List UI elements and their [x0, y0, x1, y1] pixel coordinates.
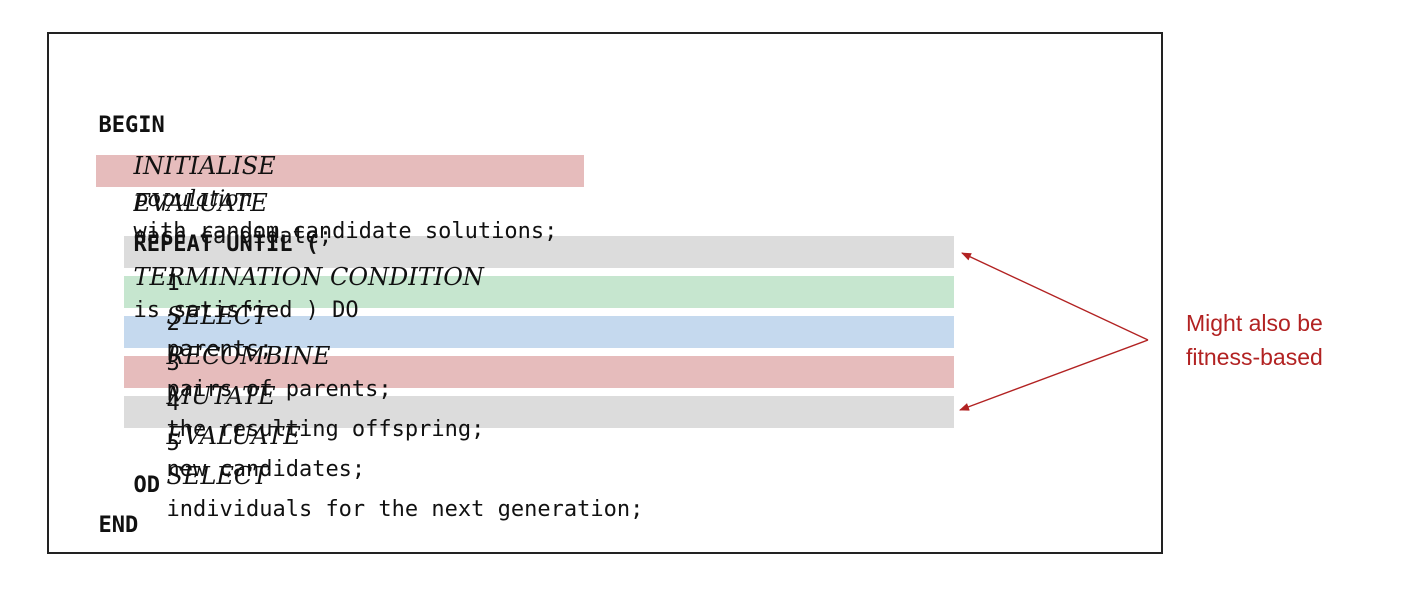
annotation-arrows	[959, 252, 1149, 411]
annotation-line-1: Might also be	[1186, 310, 1323, 336]
arrow-to-step-5	[959, 339, 1149, 411]
fitness-annotation: Might also be fitness-based	[1186, 306, 1396, 374]
arrow-to-step-1	[961, 252, 1149, 341]
annotation-line-2: fitness-based	[1186, 344, 1323, 370]
